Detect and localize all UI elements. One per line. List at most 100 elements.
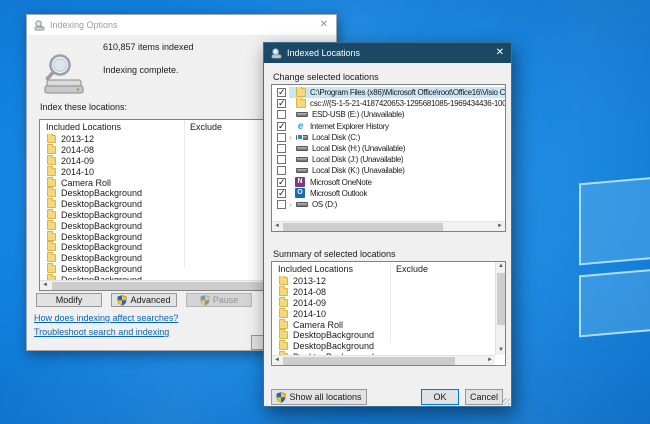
column-exclude[interactable]: Exclude [184, 122, 222, 132]
uac-shield-icon [200, 295, 210, 306]
location-row[interactable]: ›OS (D:) [272, 199, 505, 210]
list-item-label: 2014-08 [293, 287, 326, 297]
list-header: Included Locations Exclude [272, 262, 505, 276]
checkbox[interactable] [277, 155, 286, 164]
list-item[interactable]: DesktopBackground [272, 330, 495, 341]
list-item-label: 2014-08 [61, 145, 94, 155]
location-row[interactable]: Local Disk (J:) (Unavailable) [272, 154, 505, 165]
close-icon[interactable]: ✕ [320, 20, 328, 30]
folder-icon [47, 157, 56, 165]
column-included-locations[interactable]: Included Locations [40, 122, 184, 132]
scroll-up-icon[interactable]: ▲ [496, 262, 506, 271]
column-included-locations[interactable]: Included Locations [272, 264, 390, 274]
location-label: Local Disk (H:) (Unavailable) [312, 144, 405, 153]
system-drive-icon [296, 135, 308, 140]
location-row[interactable]: ✓eInternet Explorer History [272, 121, 505, 132]
scroll-left-icon[interactable]: ◄ [272, 356, 282, 365]
list-item-label: 2014-09 [61, 156, 94, 166]
checkbox[interactable]: ✓ [277, 99, 286, 108]
checkbox[interactable] [277, 133, 286, 142]
folder-icon [47, 135, 56, 143]
scroll-right-icon[interactable]: ► [485, 356, 495, 365]
scroll-left-icon[interactable]: ◄ [40, 281, 50, 290]
location-row[interactable]: ✓C:\Program Files (x86)\Microsoft Office… [272, 87, 505, 98]
folder-icon [279, 277, 288, 285]
ie-icon: e [295, 122, 306, 131]
checkbox[interactable] [277, 166, 286, 175]
list-item[interactable]: 2014-08 [272, 287, 495, 298]
scroll-down-icon[interactable]: ▼ [496, 346, 506, 355]
scroll-left-icon[interactable]: ◄ [272, 222, 282, 231]
location-row[interactable]: ESD-USB (E:) (Unavailable) [272, 109, 505, 120]
folder-icon [47, 179, 56, 187]
column-exclude[interactable]: Exclude [390, 264, 428, 274]
list-item[interactable]: 2014-10 [272, 308, 495, 319]
location-row[interactable]: ✓OMicrosoft Outlook [272, 188, 505, 199]
indexed-locations-window: Indexed Locations ✕ Change selected loca… [263, 42, 512, 407]
indexing-options-titlebar[interactable]: Indexing Options ✕ [27, 15, 336, 35]
scrollbar-thumb[interactable] [52, 282, 272, 290]
folder-icon [279, 310, 288, 318]
folder-icon [47, 200, 56, 208]
close-icon[interactable]: ✕ [496, 48, 504, 58]
checkbox[interactable] [277, 110, 286, 119]
list-item-label: DesktopBackground [61, 210, 142, 220]
resize-grip[interactable] [503, 398, 510, 405]
checkbox[interactable]: ✓ [277, 189, 286, 198]
change-locations-rows: ✓C:\Program Files (x86)\Microsoft Office… [272, 87, 505, 221]
list-item[interactable]: 2014-09 [272, 298, 495, 309]
list-item[interactable]: DesktopBackground [272, 341, 495, 352]
horizontal-scrollbar[interactable]: ◄ ► [272, 221, 505, 231]
status-text: Indexing complete. [103, 65, 179, 75]
list-item[interactable]: Camera Roll [272, 319, 495, 330]
advanced-button-label: Advanced [130, 295, 170, 305]
indexed-locations-icon [271, 48, 282, 59]
index-locations-label: Index these locations: [40, 102, 127, 112]
location-row[interactable]: Local Disk (H:) (Unavailable) [272, 143, 505, 154]
location-row[interactable]: Local Disk (K:) (Unavailable) [272, 165, 505, 176]
checkbox[interactable]: ✓ [277, 178, 286, 187]
list-item-label: 2013-12 [293, 276, 326, 286]
folder-icon [296, 88, 306, 97]
location-row[interactable]: ✓csc:///{S-1-5-21-4187420653-1295681085-… [272, 98, 505, 109]
scroll-right-icon[interactable]: ► [495, 222, 505, 231]
list-item-label: 2014-10 [293, 309, 326, 319]
uac-shield-icon [276, 392, 286, 403]
checkbox[interactable] [277, 144, 286, 153]
ok-button-label: OK [433, 392, 446, 402]
checkbox[interactable]: ✓ [277, 122, 286, 131]
scrollbar-thumb[interactable] [497, 273, 505, 325]
troubleshoot-link[interactable]: Troubleshoot search and indexing [34, 327, 169, 337]
folder-icon [47, 222, 56, 230]
location-row[interactable]: › Local Disk (C:) [272, 132, 505, 143]
folder-icon [279, 321, 288, 329]
horizontal-scrollbar[interactable]: ◄ ► [272, 355, 495, 365]
list-item[interactable]: 2013-12 [272, 276, 495, 287]
list-item-label: DesktopBackground [61, 188, 142, 198]
scrollbar-thumb[interactable] [283, 223, 443, 231]
cancel-button[interactable]: Cancel [465, 389, 503, 405]
indexing-searches-link[interactable]: How does indexing affect searches? [34, 313, 178, 323]
folder-icon [279, 299, 288, 307]
checkbox[interactable] [277, 200, 286, 209]
indexed-locations-titlebar[interactable]: Indexed Locations ✕ [264, 43, 511, 63]
folder-icon [47, 265, 56, 273]
vertical-scrollbar[interactable]: ▲ ▼ [495, 262, 505, 355]
summary-listview[interactable]: Included Locations Exclude 2013-122014-0… [271, 261, 506, 366]
modify-button[interactable]: Modify [36, 293, 102, 307]
change-locations-listview[interactable]: ✓C:\Program Files (x86)\Microsoft Office… [271, 84, 506, 232]
pause-button: Pause [186, 293, 252, 307]
location-row[interactable]: ✓NMicrosoft OneNote [272, 177, 505, 188]
ok-button[interactable]: OK [421, 389, 459, 405]
location-label: Local Disk (C:) [312, 133, 360, 142]
summary-rows: 2013-122014-082014-092014-10Camera RollD… [272, 276, 495, 355]
list-item-label: DesktopBackground [61, 199, 142, 209]
expand-chevron-icon[interactable]: › [286, 200, 295, 209]
indexing-magnifier-drive-icon [41, 50, 87, 98]
expand-chevron-icon[interactable]: › [286, 133, 295, 142]
advanced-button[interactable]: Advanced [111, 293, 177, 307]
scrollbar-thumb[interactable] [283, 357, 455, 365]
checkbox[interactable]: ✓ [277, 88, 286, 97]
show-all-locations-button[interactable]: Show all locations [271, 389, 367, 405]
summary-label: Summary of selected locations [273, 249, 396, 259]
